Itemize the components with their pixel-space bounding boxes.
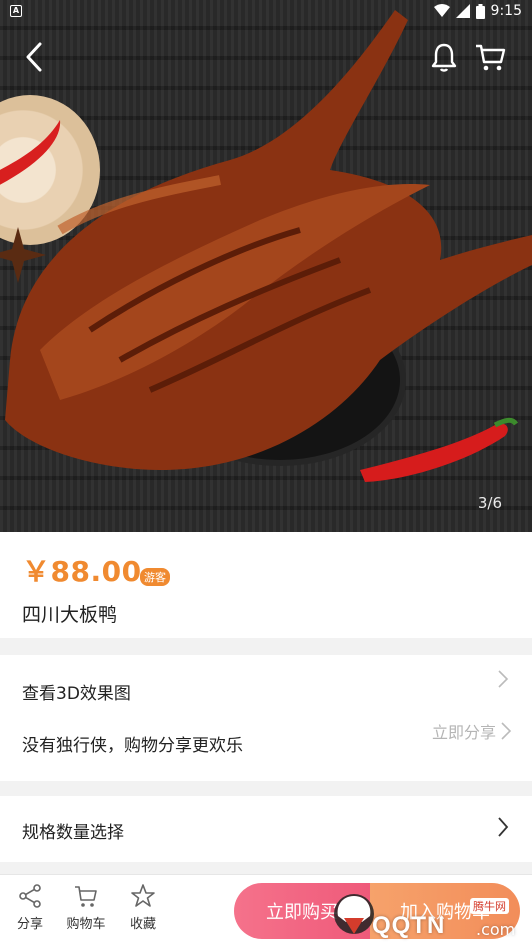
share-card: 查看3D效果图 没有独行侠，购物分享更欢乐 立即分享 — [0, 655, 532, 781]
share-now-label: 立即分享 — [431, 723, 496, 742]
wifi-icon — [433, 4, 450, 17]
price-card: ￥88.00 游客 四川大板鸭 — [0, 532, 532, 638]
cart-icon — [476, 44, 506, 71]
watermark-tag: 腾牛网 — [470, 898, 509, 914]
back-arrow-icon — [26, 42, 42, 72]
watermark-brand: QQTN — [372, 912, 446, 939]
status-bar: A 9:15 — [0, 0, 532, 24]
back-button[interactable] — [18, 38, 52, 76]
status-right: 9:15 — [433, 3, 522, 19]
notification-button[interactable] — [428, 40, 460, 74]
spec-selection-row[interactable]: 规格数量选择 — [0, 796, 532, 862]
share-slogan: 没有独行侠，购物分享更欢乐 — [22, 736, 243, 756]
duck-image — [0, 10, 532, 482]
chevron-right-icon — [498, 817, 509, 837]
share-icon — [19, 884, 41, 908]
product-price: ￥88.00 — [22, 555, 142, 588]
chevron-right-icon — [498, 670, 509, 688]
favorite-tab-label: 收藏 — [129, 917, 156, 932]
cart-icon — [75, 886, 97, 907]
product-detail-page: 3/6 A 9:15 ￥88.00 游客 四川大板鸭 查看3D效果图 没有独行侠… — [0, 0, 532, 944]
watermark-domain: .com — [476, 920, 516, 939]
battery-icon — [475, 3, 485, 19]
chevron-right-icon — [501, 722, 512, 740]
cart-tab-label: 购物车 — [66, 917, 106, 932]
star-icon — [131, 884, 155, 907]
share-tab-label: 分享 — [16, 917, 43, 932]
bell-icon — [431, 43, 457, 72]
share-tab[interactable]: 分享 — [4, 883, 56, 932]
share-now-button[interactable]: 立即分享 — [432, 719, 512, 743]
spec-label: 规格数量选择 — [22, 823, 124, 843]
product-name: 四川大板鸭 — [22, 604, 118, 626]
notification-icon: A — [10, 5, 22, 17]
product-image-gallery[interactable]: 3/6 — [0, 0, 532, 532]
favorite-tab[interactable]: 收藏 — [117, 883, 169, 932]
view-3d-link[interactable]: 查看3D效果图 — [22, 679, 131, 704]
guest-badge: 游客 — [140, 568, 170, 586]
signal-icon — [455, 4, 470, 18]
status-time: 9:15 — [490, 3, 522, 19]
gallery-pager: 3/6 — [477, 494, 502, 512]
cart-button[interactable] — [473, 40, 507, 74]
cart-tab[interactable]: 购物车 — [60, 883, 112, 932]
